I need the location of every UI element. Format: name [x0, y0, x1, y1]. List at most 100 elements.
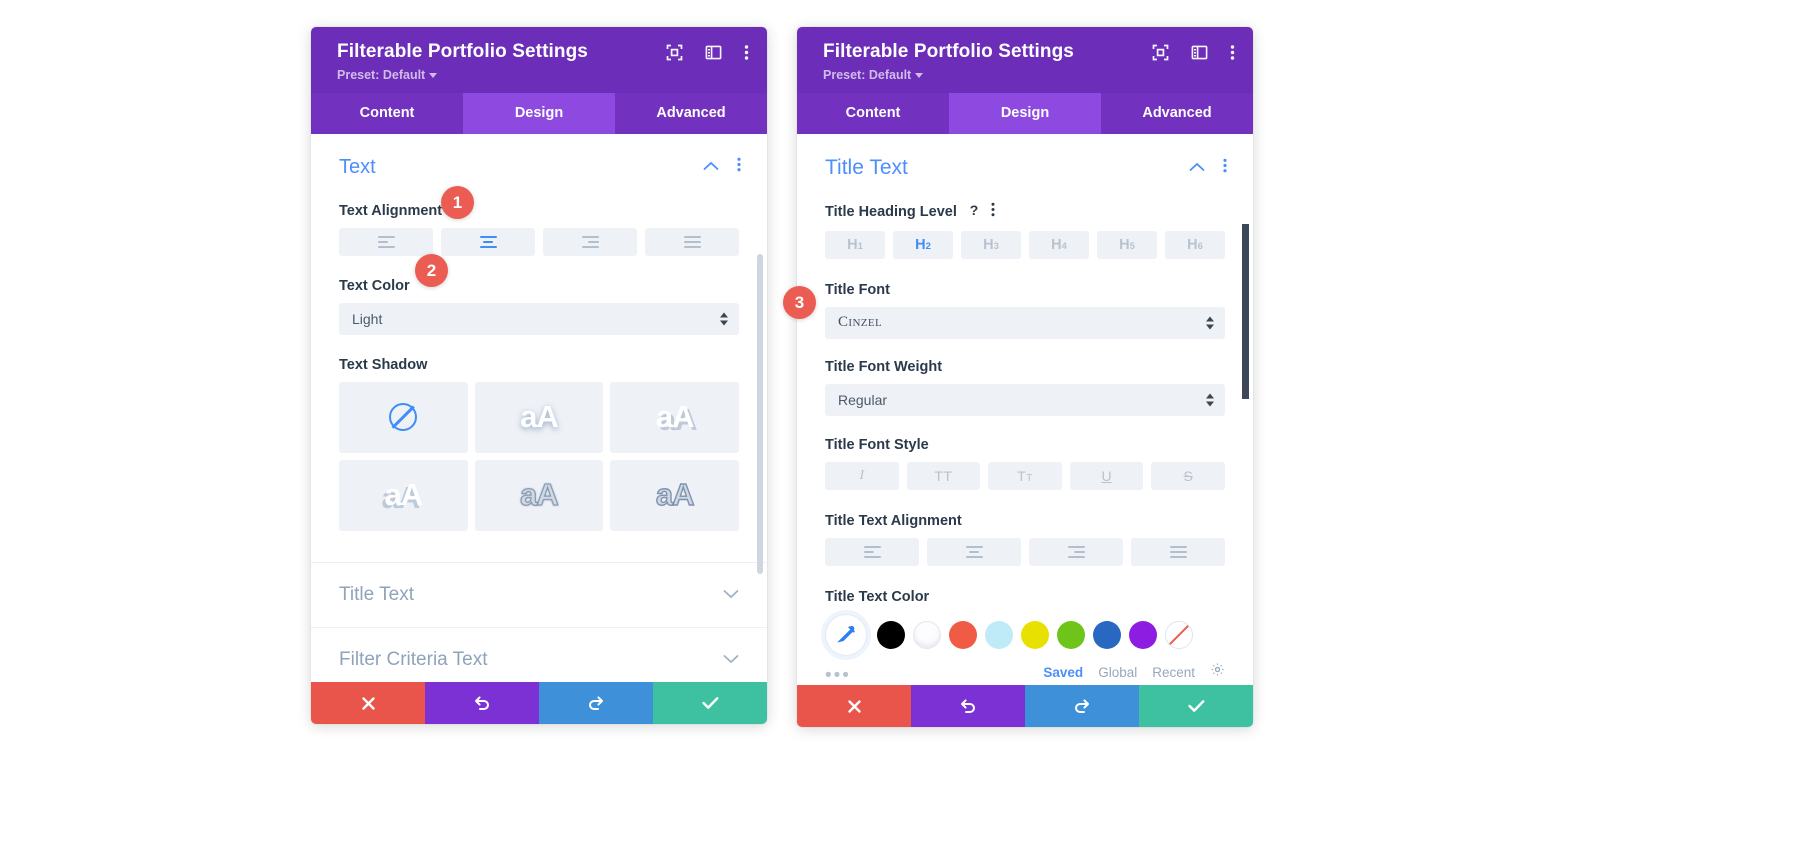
kebab-icon[interactable]	[744, 44, 749, 61]
scrollbar-thumb[interactable]	[757, 253, 763, 574]
color-panel-footer: ••• Saved Global Recent	[825, 660, 1225, 685]
section-header-text[interactable]: Text	[311, 134, 767, 185]
align-right-icon	[581, 235, 599, 248]
focus-icon[interactable]	[1152, 44, 1169, 61]
swatch-blue[interactable]	[1093, 620, 1121, 649]
save-button[interactable]	[1139, 685, 1253, 727]
svg-text:?: ?	[970, 202, 979, 218]
modal-footer	[797, 685, 1253, 727]
uppercase-button[interactable]: TT	[906, 461, 981, 490]
align-left-button[interactable]	[825, 537, 919, 566]
align-center-button[interactable]	[927, 537, 1021, 566]
text-color-select[interactable]: Light	[339, 302, 739, 335]
tab-design[interactable]: Design	[949, 92, 1101, 134]
tab-advanced[interactable]: Advanced	[615, 93, 767, 134]
chevron-up-icon[interactable]	[1189, 159, 1205, 177]
scrollbar-track[interactable]	[757, 134, 765, 682]
settings-scroll-area: Title Text Title Heading Level ? H 1 H 2…	[797, 134, 1253, 685]
eyedropper-icon	[836, 626, 855, 643]
tab-design[interactable]: Design	[463, 92, 615, 134]
recent-colors-link[interactable]: Recent	[1152, 665, 1195, 680]
swatch-coral[interactable]	[949, 620, 977, 649]
heading-level-h3-button[interactable]: H3	[961, 230, 1021, 259]
scrollbar-track[interactable]	[1242, 134, 1251, 685]
small-caps-button[interactable]: TT	[988, 461, 1062, 490]
strikethrough-button[interactable]: S	[1151, 461, 1225, 490]
align-right-button[interactable]	[543, 227, 637, 256]
focus-icon[interactable]	[666, 44, 683, 61]
heading-level-h6-button[interactable]: H6	[1165, 230, 1225, 259]
chevron-down-icon	[723, 586, 739, 604]
cancel-button[interactable]	[311, 682, 425, 724]
swatch-black[interactable]	[877, 620, 905, 649]
more-colors-button[interactable]: •••	[825, 666, 851, 685]
screenshot-stage: Filterable Portfolio Settings Preset: De…	[0, 0, 1800, 868]
eyedropper-button[interactable]	[825, 613, 867, 656]
save-button[interactable]	[653, 682, 767, 724]
scrollbar-thumb[interactable]	[1242, 223, 1249, 399]
align-justify-button[interactable]	[645, 227, 739, 256]
title-font-weight-select[interactable]: Regular	[825, 383, 1225, 416]
tab-content[interactable]: Content	[797, 93, 949, 134]
gear-icon[interactable]	[1210, 662, 1225, 682]
field-title-font: Title Font Cinzel	[797, 282, 1253, 339]
layout-icon[interactable]	[1191, 44, 1208, 61]
redo-button[interactable]	[1025, 685, 1139, 727]
chevron-up-icon[interactable]	[703, 158, 719, 176]
section-title-text-collapsed[interactable]: Title Text	[311, 561, 767, 627]
italic-button[interactable]: I	[825, 461, 899, 490]
shadow-option-outline-hard[interactable]: aA	[610, 459, 739, 531]
heading-level-h4-button[interactable]: H4	[1029, 230, 1089, 259]
underline-button[interactable]: U	[1069, 461, 1144, 490]
label-text: Title Text Color	[825, 588, 930, 605]
help-icon[interactable]: ?	[966, 202, 982, 222]
align-right-button[interactable]	[1029, 537, 1123, 566]
section-kebab-icon[interactable]	[1223, 158, 1227, 178]
heading-level-h1-button[interactable]: H1	[825, 230, 885, 259]
redo-button[interactable]	[539, 682, 653, 724]
align-justify-button[interactable]	[1131, 537, 1225, 566]
shadow-option-soft-drop[interactable]: aA	[474, 381, 604, 453]
tab-content[interactable]: Content	[311, 93, 463, 134]
swatch-transparent[interactable]	[1165, 620, 1193, 649]
title-font-select[interactable]: Cinzel	[825, 306, 1225, 339]
text-shadow-grid: aA aA aA aA aA	[339, 381, 739, 531]
layout-icon[interactable]	[705, 44, 722, 61]
select-spinner-icon	[1206, 393, 1214, 407]
tab-advanced[interactable]: Advanced	[1101, 93, 1253, 134]
align-justify-icon	[683, 235, 701, 248]
heading-level-h2-button[interactable]: H2	[893, 230, 953, 259]
swatch-purple[interactable]	[1129, 620, 1157, 649]
align-left-button[interactable]	[339, 227, 433, 256]
field-text-shadow: Text Shadow aA aA aA aA aA	[311, 357, 767, 531]
section-kebab-icon[interactable]	[737, 157, 741, 177]
shadow-option-hard-left[interactable]: aA	[339, 459, 468, 531]
heading-level-h5-button[interactable]: H5	[1097, 230, 1157, 259]
shadow-option-hard-right[interactable]: aA	[610, 381, 739, 453]
settings-modal-left: Filterable Portfolio Settings Preset: De…	[311, 27, 767, 724]
section-header-title-text[interactable]: Title Text	[797, 134, 1253, 186]
modal-header: Filterable Portfolio Settings Preset: De…	[311, 27, 767, 93]
swatch-yellow[interactable]	[1021, 620, 1049, 649]
cancel-button[interactable]	[797, 685, 911, 727]
swatch-light-blue[interactable]	[985, 620, 1013, 649]
undo-button[interactable]	[425, 682, 539, 724]
label-text-shadow: Text Shadow	[339, 357, 739, 373]
swatch-white[interactable]	[913, 620, 941, 649]
global-colors-link[interactable]: Global	[1098, 665, 1137, 680]
preset-selector[interactable]: Preset: Default	[823, 68, 1074, 82]
undo-button[interactable]	[911, 685, 1025, 727]
kebab-icon[interactable]	[1230, 44, 1235, 61]
chevron-down-icon	[723, 651, 739, 669]
align-center-button[interactable]	[441, 227, 535, 256]
label-text: Text Shadow	[339, 356, 428, 373]
saved-colors-link[interactable]: Saved	[1043, 665, 1083, 680]
shadow-option-outline-soft[interactable]: aA	[474, 459, 604, 531]
label-text: Title Font	[825, 281, 890, 298]
section-filter-criteria-text-collapsed[interactable]: Filter Criteria Text	[311, 626, 767, 682]
preset-selector[interactable]: Preset: Default	[337, 68, 588, 82]
modal-body: Title Text Title Heading Level ? H 1 H 2…	[797, 133, 1253, 685]
shadow-option-none[interactable]	[339, 381, 468, 453]
swatch-green[interactable]	[1057, 620, 1085, 649]
field-kebab-icon[interactable]	[991, 202, 995, 221]
